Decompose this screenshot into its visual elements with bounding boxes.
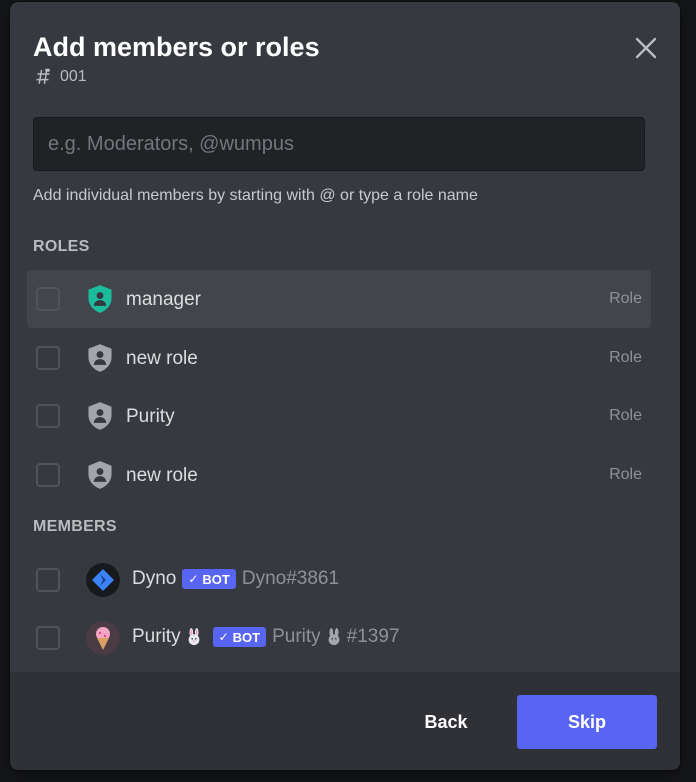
member-row-dyno[interactable]: Dyno ✓ BOT Dyno#3861 <box>27 551 651 609</box>
channel-name: 001 <box>60 68 87 85</box>
member-tag-name: Purity <box>272 626 321 647</box>
bot-badge: ✓ BOT <box>212 627 267 647</box>
bot-badge: ✓ BOT <box>182 569 236 589</box>
bot-badge-label: BOT <box>232 629 261 645</box>
close-button[interactable] <box>630 32 662 64</box>
search-field[interactable] <box>33 117 645 171</box>
verified-check-icon: ✓ <box>188 572 199 586</box>
role-name: Purity <box>126 406 175 427</box>
modal-title: Add members or roles <box>33 32 320 62</box>
channel-label: 001 <box>34 68 87 86</box>
shield-person-icon <box>88 344 112 372</box>
role-type-label: Role <box>609 290 642 307</box>
member-name-line: Purity ✓ BOT Purity #1397 <box>132 626 400 648</box>
modal-footer: Back Skip <box>10 672 680 770</box>
avatar <box>86 563 120 597</box>
shield-person-icon <box>88 402 112 430</box>
rabbit-face-icon <box>328 628 340 646</box>
close-icon <box>635 37 657 59</box>
members-heading: MEMBERS <box>33 518 117 535</box>
role-row-new-role[interactable]: new role Role <box>27 329 651 387</box>
member-display-name: Dyno <box>132 568 177 589</box>
role-type-label: Role <box>609 466 642 483</box>
member-display-name: Purity <box>132 626 181 647</box>
role-checkbox[interactable] <box>36 346 60 370</box>
role-name: new role <box>126 465 198 486</box>
role-name: manager <box>126 289 201 310</box>
text-channel-icon <box>36 68 50 84</box>
ice-cream-avatar-icon <box>86 621 120 655</box>
role-checkbox[interactable] <box>36 287 60 311</box>
role-row-new-role-2[interactable]: new role Role <box>27 446 651 504</box>
role-type-label: Role <box>609 407 642 424</box>
search-hint: Add individual members by starting with … <box>33 187 478 204</box>
dyno-avatar-icon <box>86 563 120 597</box>
back-button[interactable]: Back <box>400 695 492 749</box>
shield-person-icon <box>88 461 112 489</box>
role-checkbox[interactable] <box>36 404 60 428</box>
role-row-purity[interactable]: Purity Role <box>27 387 651 445</box>
role-type-label: Role <box>609 349 642 366</box>
member-row-purity[interactable]: Purity ✓ BOT Purity #1397 <box>27 609 651 667</box>
roles-heading: ROLES <box>33 238 90 255</box>
bot-badge-label: BOT <box>202 571 230 587</box>
skip-button[interactable]: Skip <box>517 695 657 749</box>
role-name: new role <box>126 348 198 369</box>
search-input[interactable] <box>34 118 644 170</box>
rabbit-face-icon <box>188 628 199 646</box>
shield-person-icon <box>88 285 112 313</box>
member-checkbox[interactable] <box>36 626 60 650</box>
verified-check-icon: ✓ <box>218 630 229 644</box>
member-tag: Dyno#3861 <box>241 568 340 589</box>
avatar <box>86 621 120 655</box>
member-name-line: Dyno ✓ BOT Dyno#3861 <box>132 568 339 590</box>
add-members-modal: Add members or roles 001 Add individual … <box>10 2 680 770</box>
role-checkbox[interactable] <box>36 463 60 487</box>
role-row-manager[interactable]: manager Role <box>27 270 651 328</box>
member-checkbox[interactable] <box>36 568 60 592</box>
member-tag-discriminator: #1397 <box>346 626 400 647</box>
